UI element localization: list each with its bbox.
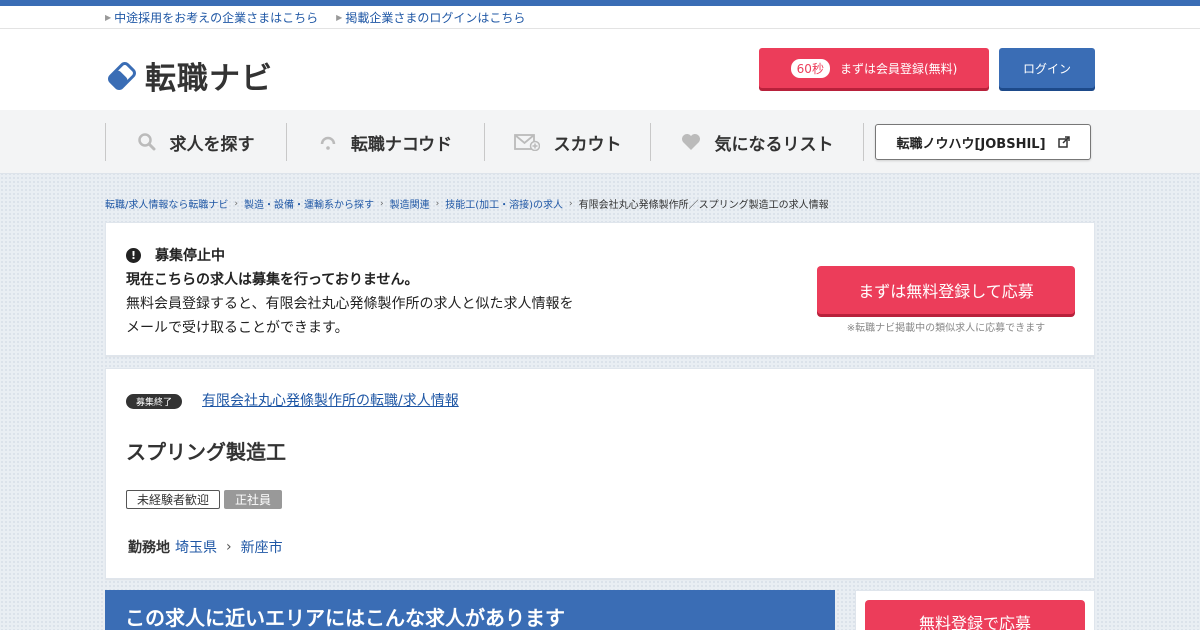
job-summary-card: 募集終了 有限会社丸心発條製作所の転職/求人情報 スプリング製造工 未経験者歓迎… <box>105 368 1095 579</box>
register-button[interactable]: 60秒 まずは会員登録(無料) <box>759 48 989 88</box>
jobshil-button[interactable]: 転職ノウハウ[JOBSHIL] <box>875 124 1091 160</box>
mail-plus-icon <box>513 134 540 151</box>
nav-item-search-jobs[interactable]: 求人を探す <box>105 123 286 161</box>
chevron-right-icon: › <box>435 198 440 209</box>
breadcrumb-link[interactable]: 製造関連 <box>390 196 430 211</box>
chevron-right-icon: › <box>226 539 232 555</box>
chevron-right-icon: › <box>569 198 573 209</box>
nearby-jobs-heading: この求人に近いエリアにはこんな求人があります <box>105 590 835 630</box>
logo-text: 転職ナビ <box>145 61 273 97</box>
notice-heading: 募集停止中 <box>155 248 225 264</box>
nav-label: 気になるリスト <box>714 134 834 155</box>
main-nav: 求人を探す 転職ナコウド スカウト 気になるリスト 転職ノウハウ[JOBSHIL… <box>0 110 1200 174</box>
tag-no-experience: 未経験者歓迎 <box>126 490 221 509</box>
employer-login-link[interactable]: ▶ 掲載企業さまのログインはこちら <box>336 9 525 26</box>
apply-note: ※転職ナビ掲載中の類似求人に応募できます <box>846 323 1046 334</box>
search-icon <box>137 133 155 151</box>
breadcrumb-link[interactable]: 技能工(加工・溶接)の求人 <box>445 196 563 211</box>
nav-label: 転職ナコウド <box>350 134 453 155</box>
register-label: まずは会員登録(無料) <box>839 61 958 76</box>
site-header: 転職ナビ 60秒 まずは会員登録(無料) ログイン <box>0 29 1200 110</box>
city-link[interactable]: 新座市 <box>241 537 283 557</box>
breadcrumb-link[interactable]: 転職/求人情報なら転職ナビ <box>105 196 228 211</box>
headset-icon <box>320 136 336 150</box>
nav-label: スカウト <box>553 134 622 155</box>
chevron-right-icon: › <box>379 198 384 209</box>
heart-icon <box>681 134 700 150</box>
site-logo[interactable]: 転職ナビ <box>105 53 273 98</box>
job-title: スプリング製造工 <box>126 440 286 464</box>
status-badge: 募集終了 <box>126 394 183 409</box>
exclamation-icon: ! <box>126 247 141 263</box>
breadcrumb-current: 有限会社丸心発條製作所／スプリング製造工の求人情報 <box>578 200 829 211</box>
company-link[interactable]: 有限会社丸心発條製作所の転職/求人情報 <box>202 390 459 410</box>
notice-line: 現在こちらの求人は募集を行っておりません。 <box>126 272 419 288</box>
job-location: 勤務地 埼玉県 › 新座市 <box>128 537 283 557</box>
sixty-seconds-badge: 60秒 <box>790 58 830 78</box>
location-label: 勤務地 <box>128 540 170 556</box>
notice-line: メールで受け取ることができます。 <box>126 320 349 336</box>
nav-item-nakoudo[interactable]: 転職ナコウド <box>286 123 484 161</box>
external-link-icon <box>1057 136 1070 148</box>
tag-full-time: 正社員 <box>224 490 283 509</box>
free-register-apply-button[interactable]: まずは無料登録して応募 <box>817 266 1075 314</box>
breadcrumb: 転職/求人情報なら転職ナビ › 製造・設備・運輸系から探す › 製造関連 › 技… <box>105 196 829 212</box>
diamond-logo-icon <box>108 61 136 90</box>
top-links-bar: ▶ 中途採用をお考えの企業さまはこちら ▶ 掲載企業さまのログインはこちら <box>0 6 1200 29</box>
prefecture-link[interactable]: 埼玉県 <box>175 537 217 557</box>
employer-recruit-link[interactable]: ▶ 中途採用をお考えの企業さまはこちら <box>105 9 318 26</box>
recruitment-stopped-notice: ! 募集停止中 現在こちらの求人は募集を行っておりません。 無料会員登録すると、… <box>105 222 1095 356</box>
nav-item-scout[interactable]: スカウト <box>484 123 650 161</box>
jobshil-label: 転職ノウハウ[JOBSHIL] <box>896 136 1046 152</box>
nav-item-favorites[interactable]: 気になるリスト <box>650 123 864 161</box>
breadcrumb-link[interactable]: 製造・設備・運輸系から探す <box>244 196 374 211</box>
nav-label: 求人を探す <box>169 134 255 155</box>
chevron-right-icon: › <box>234 198 238 209</box>
side-register-apply-button[interactable]: 無料登録で応募 <box>865 600 1085 630</box>
side-apply-card: 無料登録で応募 <box>855 590 1095 630</box>
notice-line: 無料会員登録すると、有限会社丸心発條製作所の求人と似た求人情報を <box>126 296 574 312</box>
login-button[interactable]: ログイン <box>999 48 1095 88</box>
job-tags: 未経験者歓迎 正社員 <box>126 490 283 509</box>
